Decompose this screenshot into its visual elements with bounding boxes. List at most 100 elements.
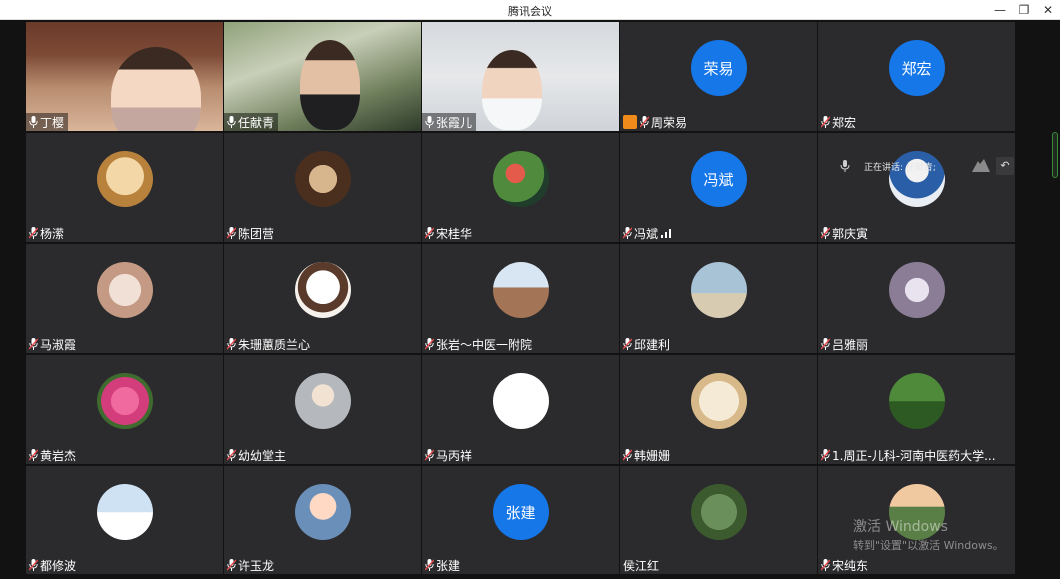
- participant-name: 宋桂华: [436, 226, 473, 241]
- avatar: [96, 373, 153, 429]
- restore-button[interactable]: ❐: [1012, 0, 1036, 20]
- participant-nameplate: 吕雅丽: [818, 335, 872, 353]
- mic-icon[interactable]: [821, 449, 830, 461]
- participant-tile[interactable]: 马淑霞: [26, 244, 223, 353]
- mic-icon[interactable]: [227, 449, 236, 461]
- mic-icon[interactable]: [227, 227, 236, 239]
- participant-tile[interactable]: 丁樱: [26, 22, 223, 131]
- avatar: [888, 262, 945, 318]
- participant-nameplate: 许玉龙: [224, 556, 278, 574]
- mic-icon[interactable]: [425, 227, 434, 239]
- mic-icon[interactable]: [640, 116, 649, 128]
- close-button[interactable]: ✕: [1036, 0, 1060, 20]
- participant-name: 郭庆寅: [832, 226, 869, 241]
- mic-icon[interactable]: [29, 449, 38, 461]
- participant-name: 任献青: [238, 115, 275, 130]
- participant-tile[interactable]: 朱珊蕙质兰心: [224, 244, 421, 353]
- participant-nameplate: 冯斌: [620, 224, 675, 242]
- participant-name: 黄岩杰: [40, 448, 77, 463]
- avatar: [294, 484, 351, 540]
- mic-icon[interactable]: [29, 116, 38, 128]
- participant-name: 周荣易: [651, 115, 688, 130]
- participant-nameplate: 朱珊蕙质兰心: [224, 335, 314, 353]
- undo-arrow-icon[interactable]: ↶: [995, 157, 1014, 175]
- mic-icon[interactable]: [425, 116, 434, 128]
- meeting-stage: 丁樱 任献青 张霞儿 荣易 周荣易 郑宏 郑宏 杨潆 陈团营 宋桂华 冯斌 冯斌 郭庆寅 马淑霞 朱珊蕙质兰…: [0, 20, 1060, 579]
- scrollbar[interactable]: [1052, 132, 1058, 178]
- mic-icon[interactable]: [227, 559, 236, 571]
- participant-nameplate: 张建: [422, 556, 464, 574]
- participant-name: 邱建利: [634, 337, 671, 352]
- watermark-line1: 激活 Windows: [853, 519, 948, 535]
- mic-icon[interactable]: [623, 449, 632, 461]
- participant-name: 陈团营: [238, 226, 275, 241]
- participant-tile[interactable]: 黄岩杰: [26, 355, 223, 464]
- participant-name: 1.周正-儿科-河南中医药大学...: [832, 448, 996, 463]
- avatar: [294, 262, 351, 318]
- mic-icon[interactable]: [29, 559, 38, 571]
- mic-icon[interactable]: [821, 227, 830, 239]
- participant-name: 郑宏: [832, 115, 857, 130]
- participant-name: 侯江红: [623, 558, 660, 573]
- mic-icon[interactable]: [821, 116, 830, 128]
- participant-tile[interactable]: 张霞儿: [422, 22, 619, 131]
- participant-tile[interactable]: 冯斌 冯斌: [620, 133, 817, 242]
- participant-tile[interactable]: 1.周正-儿科-河南中医药大学...: [818, 355, 1015, 464]
- mic-icon[interactable]: [29, 338, 38, 350]
- mic-icon[interactable]: [425, 449, 434, 461]
- participant-name: 宋纯东: [832, 558, 869, 573]
- participant-tile[interactable]: 张建 张建: [422, 466, 619, 574]
- participant-nameplate: 丁樱: [26, 113, 69, 131]
- participant-tile[interactable]: 郑宏 郑宏: [818, 22, 1015, 131]
- avatar: [690, 262, 747, 318]
- participant-tile[interactable]: 都修波: [26, 466, 223, 574]
- participant-name: 张岩～中医一附院: [436, 337, 533, 352]
- mic-icon: [840, 160, 850, 172]
- mic-icon[interactable]: [623, 338, 632, 350]
- watermark-line2: 转到"设置"以激活 Windows。: [853, 539, 1004, 552]
- mic-icon[interactable]: [227, 116, 236, 128]
- mic-icon[interactable]: [623, 227, 632, 239]
- participant-name: 丁樱: [40, 115, 65, 130]
- avatar: 张建: [492, 484, 549, 540]
- participant-name: 张霞儿: [436, 115, 473, 130]
- participant-tile[interactable]: 侯江红: [620, 466, 817, 574]
- participant-nameplate: 黄岩杰: [26, 446, 80, 464]
- participant-tile[interactable]: 荣易周荣易: [620, 22, 817, 131]
- participant-tile[interactable]: 陈团营: [224, 133, 421, 242]
- participant-name: 许玉龙: [238, 558, 275, 573]
- participant-nameplate: 都修波: [26, 556, 80, 574]
- participant-tile[interactable]: 张岩～中医一附院: [422, 244, 619, 353]
- mic-icon[interactable]: [425, 338, 434, 350]
- hand-wave-icon[interactable]: [970, 158, 992, 174]
- participant-tile[interactable]: 宋桂华: [422, 133, 619, 242]
- avatar: 郑宏: [888, 40, 945, 96]
- participant-nameplate: 马丙祥: [422, 446, 476, 464]
- participant-nameplate: 宋桂华: [422, 224, 476, 242]
- participant-tile[interactable]: 杨潆: [26, 133, 223, 242]
- participant-nameplate: 张岩～中医一附院: [422, 335, 536, 353]
- mic-icon[interactable]: [821, 338, 830, 350]
- mic-icon[interactable]: [29, 227, 38, 239]
- participant-tile[interactable]: 韩姗姗: [620, 355, 817, 464]
- participant-name: 朱珊蕙质兰心: [238, 337, 311, 352]
- participant-tile[interactable]: 任献青: [224, 22, 421, 131]
- participant-tile[interactable]: 吕雅丽: [818, 244, 1015, 353]
- participant-tile[interactable]: 邱建利: [620, 244, 817, 353]
- avatar: [492, 373, 549, 429]
- participant-name: 马淑霞: [40, 337, 77, 352]
- mic-icon[interactable]: [227, 338, 236, 350]
- participant-tile[interactable]: 马丙祥: [422, 355, 619, 464]
- screen-share-icon: [623, 115, 637, 129]
- participant-name: 都修波: [40, 558, 77, 573]
- participant-tile[interactable]: 幼幼堂主: [224, 355, 421, 464]
- mic-icon[interactable]: [425, 559, 434, 571]
- mic-icon[interactable]: [821, 559, 830, 571]
- participant-tile[interactable]: 郭庆寅: [818, 133, 1015, 242]
- avatar: [888, 373, 945, 429]
- participant-name: 马丙祥: [436, 448, 473, 463]
- minimize-button[interactable]: —: [988, 0, 1012, 20]
- participant-nameplate: 韩姗姗: [620, 446, 674, 464]
- participant-tile[interactable]: 许玉龙: [224, 466, 421, 574]
- avatar: 荣易: [690, 40, 747, 96]
